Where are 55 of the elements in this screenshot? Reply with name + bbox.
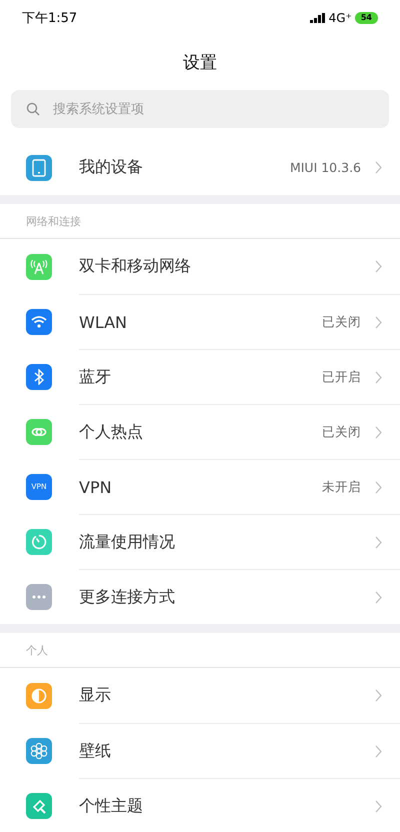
chevron-icon [375, 161, 382, 174]
settings-item[interactable]: 我的设备 MIUI 10.3.6 [0, 140, 400, 195]
settings-item[interactable]: WLAN 已关闭 [0, 294, 400, 349]
link-icon [26, 418, 52, 444]
bluetooth-icon [26, 364, 52, 390]
status-time: 下午1:57 [22, 10, 78, 27]
search-icon [26, 102, 40, 116]
item-label: 我的设备 [79, 157, 144, 178]
signal-icon [310, 13, 326, 23]
chevron-icon [375, 800, 382, 812]
wifi-icon [26, 308, 52, 334]
chevron-icon [375, 260, 382, 273]
chevron-icon [375, 426, 382, 438]
item-label: 蓝牙 [79, 366, 112, 388]
chevron-icon [375, 480, 382, 494]
settings-item[interactable]: 显示 [0, 668, 400, 723]
settings-item[interactable]: 双卡和移动网络 [0, 239, 400, 294]
page-title: 设置 [182, 52, 218, 74]
chevron-icon [375, 370, 382, 384]
chevron-icon [375, 316, 382, 328]
antenna-icon [26, 254, 52, 280]
item-label: 个性主题 [79, 796, 144, 816]
section-header: 网络和连接 [26, 214, 81, 228]
settings-item[interactable]: 个人热点 已关闭 [0, 404, 400, 459]
chevron-icon [375, 689, 382, 702]
item-label: 显示 [79, 685, 112, 706]
contrast-icon [26, 682, 52, 708]
more-icon [26, 584, 52, 610]
settings-item[interactable]: 流量使用情况 [0, 514, 400, 569]
search-field[interactable]: 搜索系统设置项 [11, 90, 389, 128]
item-label: 流量使用情况 [79, 532, 176, 552]
flower-icon [26, 738, 52, 764]
item-label: WLAN [79, 312, 128, 332]
item-value: 未开启 [322, 478, 361, 496]
chevron-icon [375, 590, 382, 604]
timer-icon [26, 528, 52, 554]
item-label: 双卡和移动网络 [79, 256, 192, 277]
item-value: MIUI 10.3.6 [290, 160, 361, 175]
settings-item[interactable]: 壁纸 [0, 723, 400, 778]
item-label: VPN [79, 478, 113, 496]
section-header: 个人 [26, 642, 48, 658]
item-value: 已开启 [322, 368, 361, 386]
settings-item[interactable]: 个性主题 [0, 778, 400, 832]
settings-item[interactable]: 蓝牙 已开启 [0, 349, 400, 404]
chevron-icon [375, 744, 382, 758]
brush-icon [26, 792, 52, 818]
item-label: 更多连接方式 [79, 586, 176, 608]
item-value: 已关闭 [322, 314, 361, 330]
phone-icon [26, 154, 52, 180]
item-label: 个人热点 [79, 422, 144, 442]
network-type: 4G⁺ [328, 11, 352, 25]
item-value: 已关闭 [322, 424, 361, 440]
chevron-icon [375, 536, 382, 548]
item-label: 壁纸 [79, 740, 112, 762]
battery-indicator: 54 [354, 12, 378, 24]
